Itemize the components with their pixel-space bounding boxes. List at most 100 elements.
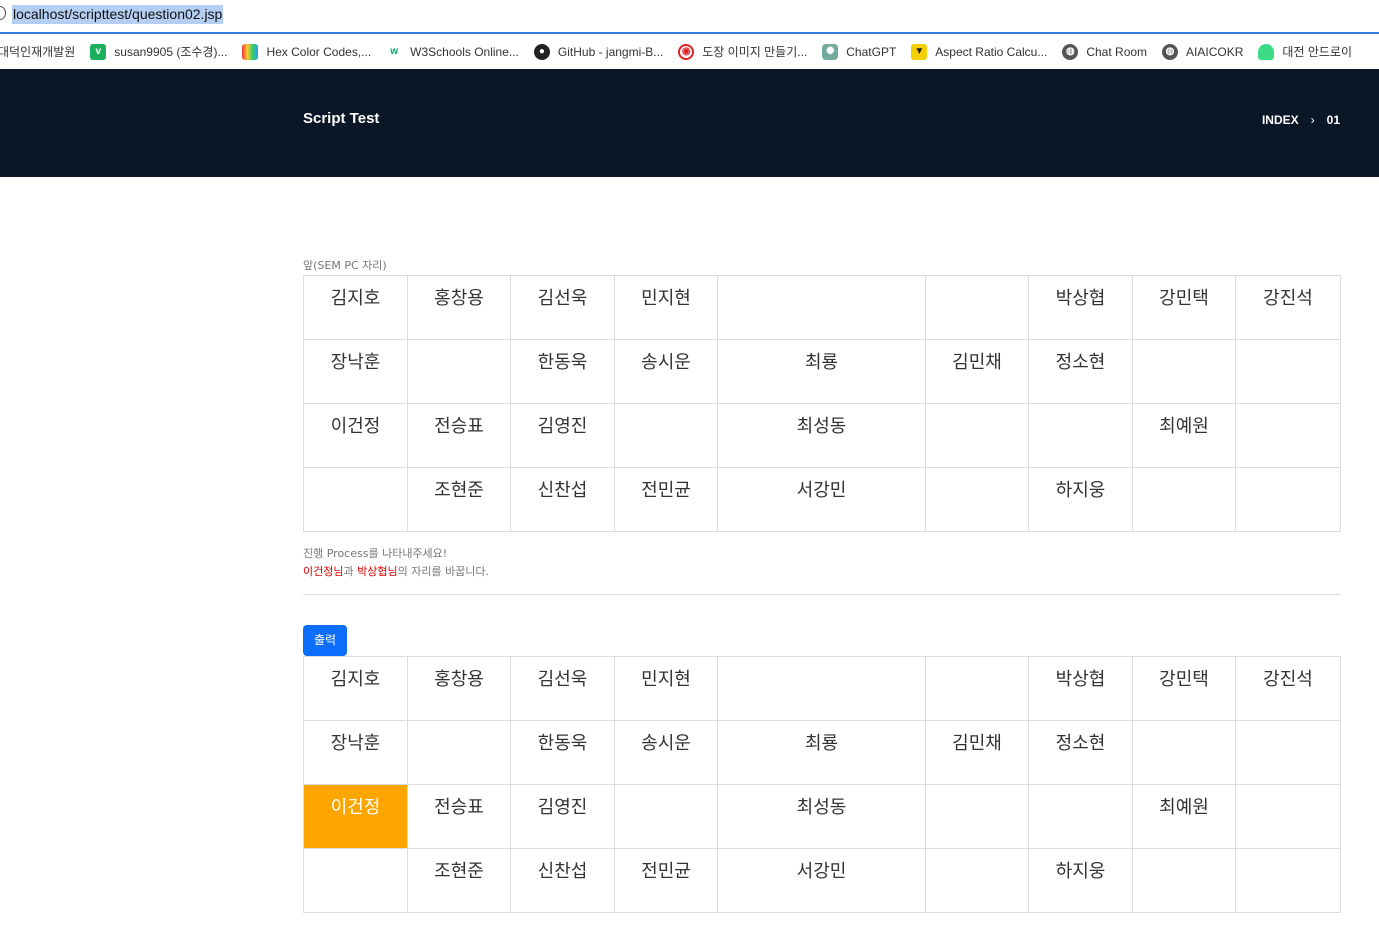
site-info-icon[interactable]: [0, 6, 6, 20]
seat-row: 장낙훈 한동욱 송시운 최룡 김민채 정소현: [303, 720, 1341, 785]
bookmark-aiaicokr[interactable]: ◍ AIAICOKR: [1162, 43, 1243, 60]
seat-cell[interactable]: 신찬섭: [510, 848, 615, 913]
seat-cell[interactable]: [717, 656, 926, 721]
seat-cell[interactable]: [407, 720, 511, 785]
seat-cell[interactable]: 김영진: [510, 784, 615, 849]
bookmark-github[interactable]: ● GitHub - jangmi-B...: [533, 43, 664, 60]
seat-cell[interactable]: 김선욱: [510, 275, 615, 340]
seat-cell[interactable]: 강민택: [1132, 656, 1236, 721]
brand-title[interactable]: Script Test: [303, 110, 379, 127]
seat-cell[interactable]: 박상협: [1028, 656, 1133, 721]
seat-cell[interactable]: [407, 339, 511, 404]
seat-cell[interactable]: 이건정: [303, 784, 408, 849]
seat-cell[interactable]: [1235, 848, 1341, 913]
seat-cell[interactable]: [925, 784, 1029, 849]
seat-cell[interactable]: 홍창용: [407, 275, 511, 340]
instruction-end: 의 자리를 바꿉니다.: [397, 565, 490, 578]
seat-cell[interactable]: 하지웅: [1028, 467, 1133, 532]
seat-cell[interactable]: [1028, 784, 1133, 849]
seat-cell[interactable]: 송시운: [614, 339, 718, 404]
bookmark-chat-room[interactable]: ◍ Chat Room: [1062, 43, 1147, 60]
seat-cell[interactable]: 정소현: [1028, 720, 1133, 785]
address-url[interactable]: localhost/scripttest/question02.jsp: [12, 5, 224, 24]
seat-cell[interactable]: 김영진: [510, 403, 615, 468]
w3schools-icon: w: [390, 46, 399, 57]
seat-cell[interactable]: [1235, 339, 1341, 404]
seat-cell[interactable]: 전승표: [407, 784, 511, 849]
seat-cell[interactable]: [925, 467, 1029, 532]
bookmark-daedeok[interactable]: 대덕인재개발원: [0, 43, 75, 60]
seat-cell[interactable]: 김민채: [925, 339, 1029, 404]
seat-cell[interactable]: 최룡: [717, 720, 926, 785]
seat-cell[interactable]: [717, 275, 926, 340]
seat-cell[interactable]: 김지호: [303, 275, 408, 340]
seat-cell[interactable]: 조현준: [407, 848, 511, 913]
seat-cell[interactable]: [614, 403, 718, 468]
seat-cell[interactable]: 민지현: [614, 656, 718, 721]
seat-cell[interactable]: 전민균: [614, 467, 718, 532]
seat-cell[interactable]: [925, 403, 1029, 468]
seat-cell[interactable]: [614, 784, 718, 849]
seat-cell[interactable]: [303, 467, 408, 532]
seat-cell[interactable]: 서강민: [717, 848, 926, 913]
site-header: Script Test INDEX › 01: [0, 69, 1379, 177]
seat-cell[interactable]: 김민채: [925, 720, 1029, 785]
bookmark-label: GitHub - jangmi-B...: [557, 44, 664, 59]
bookmark-stamp[interactable]: ◉ 도장 이미지 만들기...: [678, 43, 807, 60]
seat-cell[interactable]: [925, 848, 1029, 913]
bookmark-hex-color[interactable]: Hex Color Codes,...: [242, 43, 371, 60]
seat-cell[interactable]: 장낙훈: [303, 339, 408, 404]
seat-row: 조현준 신찬섭 전민균 서강민 하지웅: [303, 467, 1341, 532]
seat-cell[interactable]: 서강민: [717, 467, 926, 532]
seat-row: 김지호 홍창용 김선욱 민지현 박상협 강민택 강진석: [303, 275, 1341, 340]
seat-cell[interactable]: [925, 275, 1029, 340]
bookmark-w3schools[interactable]: w W3Schools Online...: [386, 44, 519, 60]
seat-cell[interactable]: 장낙훈: [303, 720, 408, 785]
seat-cell[interactable]: [1132, 848, 1236, 913]
seat-cell[interactable]: 최룡: [717, 339, 926, 404]
seat-cell[interactable]: 전승표: [407, 403, 511, 468]
seat-cell[interactable]: 김지호: [303, 656, 408, 721]
seat-cell[interactable]: 조현준: [407, 467, 511, 532]
seat-cell[interactable]: 최예원: [1132, 403, 1236, 468]
bookmark-label: Aspect Ratio Calcu...: [935, 44, 1048, 59]
bookmark-aspect-ratio[interactable]: ▼ Aspect Ratio Calcu...: [911, 43, 1048, 60]
address-bar[interactable]: localhost/scripttest/question02.jsp: [0, 0, 1379, 34]
seat-cell[interactable]: 신찬섭: [510, 467, 615, 532]
seat-cell[interactable]: [1235, 467, 1341, 532]
seat-cell[interactable]: [1235, 403, 1341, 468]
print-button[interactable]: 출력: [303, 625, 348, 656]
seat-cell[interactable]: 최성동: [717, 403, 926, 468]
seat-cell[interactable]: [1235, 784, 1341, 849]
seat-cell[interactable]: [1132, 339, 1236, 404]
breadcrumb-index[interactable]: INDEX: [1262, 113, 1299, 127]
seat-cell[interactable]: 강진석: [1235, 656, 1341, 721]
seat-cell[interactable]: 한동욱: [510, 339, 615, 404]
stamp-icon: ◉: [678, 43, 695, 60]
seat-cell[interactable]: [1132, 720, 1236, 785]
seat-cell[interactable]: [925, 656, 1029, 721]
seat-cell[interactable]: [1132, 467, 1236, 532]
seat-cell[interactable]: 강민택: [1132, 275, 1236, 340]
bookmark-android[interactable]: 대전 안드로이: [1258, 43, 1352, 60]
seat-cell[interactable]: 박상협: [1028, 275, 1133, 340]
seat-cell[interactable]: 하지웅: [1028, 848, 1133, 913]
bookmark-chatgpt[interactable]: ✺ ChatGPT: [822, 43, 896, 60]
seat-cell[interactable]: 최성동: [717, 784, 926, 849]
bookmark-susan[interactable]: v susan9905 (조수경)...: [90, 43, 227, 60]
seat-cell[interactable]: [1235, 720, 1341, 785]
seat-cell[interactable]: 민지현: [614, 275, 718, 340]
seat-cell[interactable]: 홍창용: [407, 656, 511, 721]
seat-cell[interactable]: 이건정: [303, 403, 408, 468]
seat-cell[interactable]: 송시운: [614, 720, 718, 785]
seat-cell[interactable]: 전민균: [614, 848, 718, 913]
seat-cell[interactable]: 최예원: [1132, 784, 1236, 849]
seat-cell[interactable]: 한동욱: [510, 720, 615, 785]
seat-cell[interactable]: 강진석: [1235, 275, 1341, 340]
android-icon: [1258, 43, 1275, 60]
seat-cell[interactable]: [303, 848, 408, 913]
seat-cell[interactable]: 김선욱: [510, 656, 615, 721]
instruction-line-2: 이건정님과 박상협님의 자리를 바꿉니다.: [303, 563, 1340, 581]
seat-cell[interactable]: [1028, 403, 1133, 468]
seat-cell[interactable]: 정소현: [1028, 339, 1133, 404]
